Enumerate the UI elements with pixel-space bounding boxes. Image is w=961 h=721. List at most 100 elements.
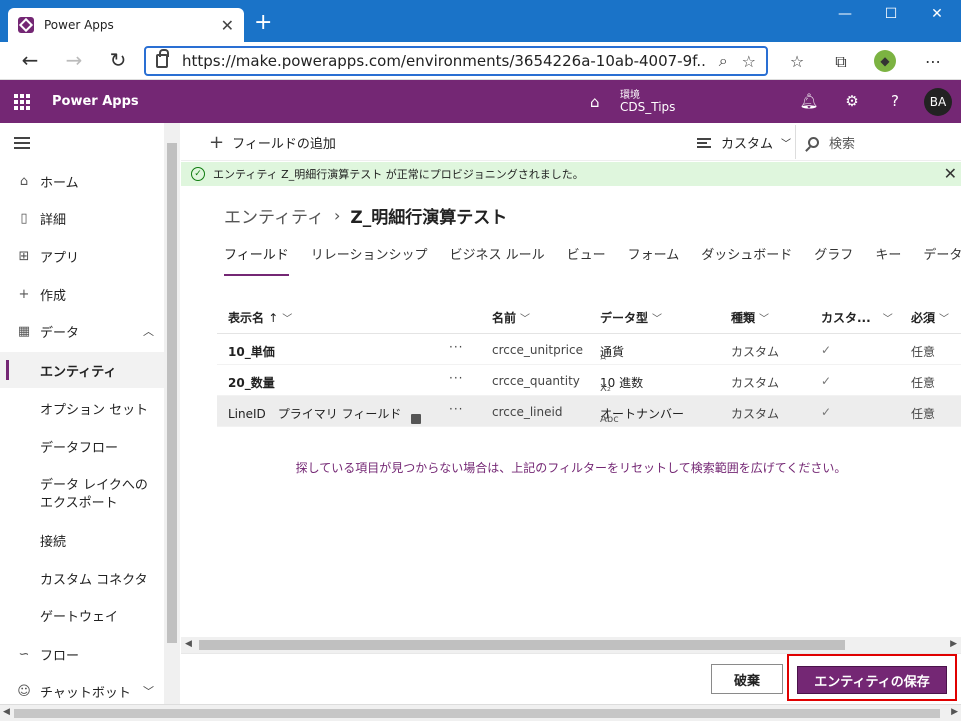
column-header-required[interactable]: 必須 ﹀ <box>911 309 949 326</box>
nav-item-option-sets[interactable]: オプション セット <box>0 390 164 426</box>
minimize-icon[interactable]: — <box>822 6 868 22</box>
more-options-icon[interactable]: ··· <box>449 402 463 416</box>
forward-icon[interactable]: → <box>62 50 86 70</box>
nav-item-label: ゲートウェイ <box>40 609 119 625</box>
nav-item-data[interactable]: ▦ データ ︿ <box>0 313 164 349</box>
tab-data[interactable]: データ <box>923 244 961 268</box>
url-bar[interactable]: https://make.powerapps.com/environments/… <box>144 46 768 76</box>
app-name[interactable]: Power Apps <box>52 94 139 109</box>
apps-icon: ⊞ <box>18 248 30 264</box>
tab-charts[interactable]: グラフ <box>814 244 853 268</box>
more-menu-icon[interactable]: ⋯ <box>922 52 944 71</box>
refresh-icon[interactable]: ↻ <box>106 50 130 70</box>
nav-item-learn[interactable]: ▯ 詳細 <box>0 200 164 236</box>
nav-item-connections[interactable]: 接続 <box>0 522 164 558</box>
check-circle-icon: ✓ <box>191 167 205 181</box>
save-entity-button[interactable]: エンティティの保存 <box>797 666 947 694</box>
nav-item-apps[interactable]: ⊞ アプリ <box>0 238 164 274</box>
favorites-list-icon[interactable]: ☆ <box>786 52 808 71</box>
grid-horizontal-scrollbar[interactable]: ◀ ▶ <box>181 637 961 653</box>
nav-item-custom-connectors[interactable]: カスタム コネクタ <box>0 560 164 596</box>
field-required: 任意 <box>911 376 936 390</box>
app-launcher-icon[interactable] <box>14 94 30 110</box>
sort-ascending-icon: ↑ <box>268 311 279 325</box>
new-tab-icon[interactable]: + <box>254 12 272 34</box>
tab-close-icon[interactable]: ✕ <box>221 16 234 35</box>
window-close-icon[interactable]: ✕ <box>914 6 960 22</box>
scroll-left-icon[interactable]: ◀ <box>185 639 192 649</box>
tab-business-rules[interactable]: ビジネス ルール <box>450 244 545 268</box>
column-header-kind[interactable]: 種類 ﹀ <box>731 309 769 326</box>
page-scrollbar-thumb[interactable] <box>14 709 940 718</box>
table-row[interactable]: LineID プライマリ フィールド ··· crcce_lineid Abc オー… <box>217 396 961 427</box>
page-horizontal-scrollbar[interactable]: ◀ ▶ <box>0 704 961 721</box>
nav-item-label: 詳細 <box>40 212 67 228</box>
add-field-button[interactable]: + フィールドの追加 <box>209 133 336 152</box>
plus-icon: + <box>209 131 225 153</box>
tab-forms[interactable]: フォーム <box>628 244 680 268</box>
tab-views[interactable]: ビュー <box>567 244 606 268</box>
table-icon: ▦ <box>17 323 31 339</box>
nav-item-label: アプリ <box>40 250 80 266</box>
nav-item-entities[interactable]: エンティティ <box>0 352 164 388</box>
column-header-data-type[interactable]: データ型 ﹀ <box>600 309 662 326</box>
nav-item-create[interactable]: + 作成 <box>0 276 164 312</box>
nav-item-label: 接続 <box>40 534 67 550</box>
save-button-highlight: エンティティの保存 <box>787 654 957 701</box>
field-name: crcce_quantity <box>492 374 580 388</box>
field-display-name[interactable]: 20_数量 <box>228 374 275 391</box>
tab-relationships[interactable]: リレーションシップ <box>311 244 428 268</box>
nav-item-home[interactable]: ⌂ ホーム <box>0 163 164 199</box>
favorite-star-icon[interactable]: ☆ <box>742 52 756 71</box>
table-row[interactable]: 10_単価 ··· crcce_unitprice ¤ 通貨 カスタム ✓ 任意 <box>217 334 961 365</box>
discard-button[interactable]: 破棄 <box>711 664 783 694</box>
field-display-name[interactable]: 10_単価 <box>228 343 275 360</box>
nav-item-gateways[interactable]: ゲートウェイ <box>0 597 164 633</box>
field-kind: カスタム <box>731 345 780 359</box>
column-header-display-name[interactable]: 表示名 ↑ ﹀ <box>228 309 292 326</box>
chevron-right-icon: › <box>333 206 341 225</box>
nav-scrollbar-thumb[interactable] <box>167 143 177 643</box>
nav-item-dataflows[interactable]: データフロー <box>0 428 164 464</box>
tab-fields[interactable]: フィールド <box>224 244 289 276</box>
profile-icon[interactable]: ◆ <box>874 50 896 72</box>
nav-item-label: ホーム <box>40 175 79 191</box>
close-icon[interactable]: ✕ <box>944 164 957 183</box>
table-row[interactable]: 20_数量 ··· crcce_quantity X₂ 10 進数 カスタム ✓ … <box>217 365 961 396</box>
more-options-icon[interactable]: ··· <box>449 340 463 354</box>
view-selector[interactable]: カスタム ﹀ <box>697 133 791 152</box>
breadcrumb-parent[interactable]: エンティティ <box>224 203 324 228</box>
search-icon <box>808 136 819 148</box>
nav-item-label: エンティティ <box>40 364 117 380</box>
column-header-customizable[interactable]: カスタ... ﹀ <box>821 309 893 326</box>
back-icon[interactable]: ← <box>18 50 42 70</box>
zoom-icon[interactable]: ⌕ <box>719 51 728 71</box>
home-icon: ⌂ <box>19 173 29 189</box>
maximize-icon[interactable]: ☐ <box>868 6 914 22</box>
column-header-name[interactable]: 名前 ﹀ <box>492 309 530 326</box>
grid-scrollbar-thumb[interactable] <box>199 640 845 650</box>
nav-item-flows[interactable]: ∽ フロー <box>0 636 164 672</box>
nav-item-label: チャットボット <box>40 685 131 701</box>
browser-tab[interactable]: Power Apps ✕ <box>8 8 244 42</box>
tab-dashboards[interactable]: ダッシュボード <box>701 244 792 268</box>
hamburger-menu-icon[interactable] <box>14 137 30 149</box>
field-required: 任意 <box>911 345 936 359</box>
chevron-up-icon: ︿ <box>143 325 154 338</box>
more-options-icon[interactable]: ··· <box>449 371 463 385</box>
nav-item-export-to-data-lake[interactable]: データ レイクへのエクスポート <box>0 473 164 517</box>
scroll-right-icon[interactable]: ▶ <box>950 639 957 649</box>
field-display-label: LineID <box>228 407 266 421</box>
scroll-left-icon[interactable]: ◀ <box>3 707 10 717</box>
scroll-right-icon[interactable]: ▶ <box>951 707 958 717</box>
avatar[interactable]: BA <box>924 88 952 116</box>
nav-scrollbar[interactable] <box>164 123 180 704</box>
settings-gear-icon[interactable]: ⚙ <box>840 92 864 110</box>
search-input[interactable]: 検索 <box>795 125 961 159</box>
environment-name[interactable]: CDS_Tips <box>620 100 675 114</box>
field-display-name[interactable]: LineID プライマリ フィールド <box>228 405 422 424</box>
tab-keys[interactable]: キー <box>875 244 901 268</box>
collections-icon[interactable]: ⧉ <box>830 52 852 72</box>
notification-bell-icon[interactable]: 🔔︎ <box>797 92 821 110</box>
help-icon[interactable]: ? <box>883 92 907 110</box>
